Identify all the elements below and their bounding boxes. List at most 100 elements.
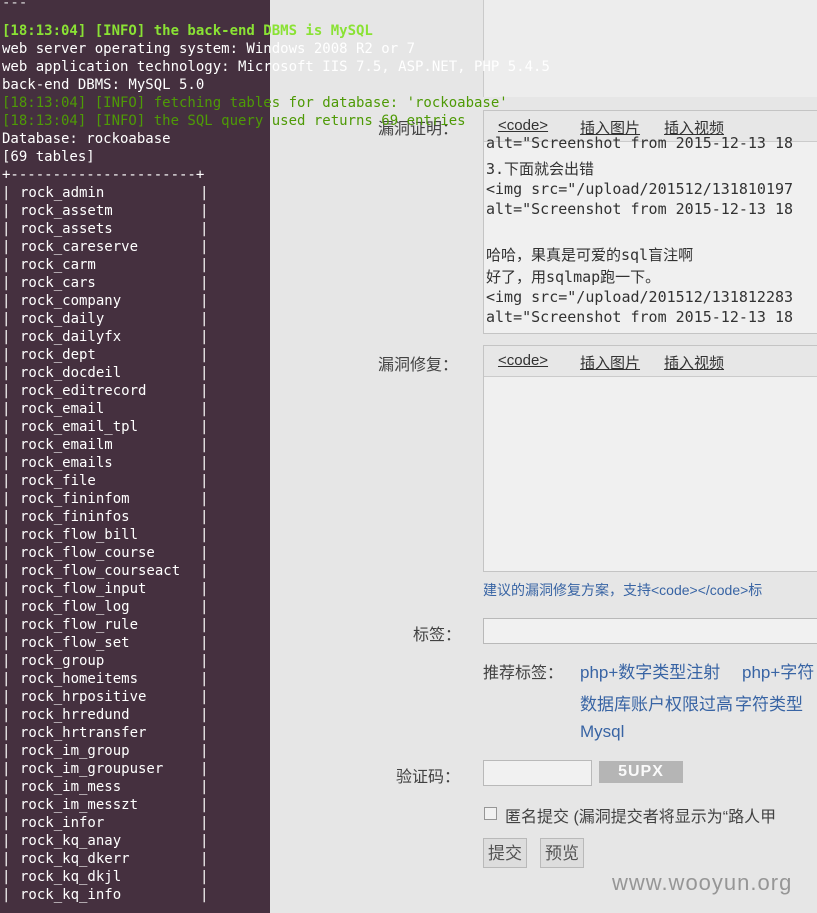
tag-link[interactable]: 数据库账户权限过高 (580, 690, 733, 715)
proof-line: 3.下面就会出错 (486, 160, 595, 178)
table-border: | (2, 257, 11, 273)
fix-insert-image-button[interactable]: 插入图片 (580, 352, 640, 373)
table-border: | (2, 203, 11, 219)
table-border: | (2, 689, 11, 705)
table-name: rock_careserve (20, 239, 139, 255)
table-name: rock_dept (20, 347, 96, 363)
table-border: | (200, 185, 209, 201)
table-border: | (2, 797, 11, 813)
table-border: | (2, 329, 11, 345)
fix-label: 漏洞修复： (378, 357, 459, 374)
table-border: | (200, 743, 209, 759)
table-border: | (200, 473, 209, 489)
table-border: | (2, 383, 11, 399)
table-border: | (2, 617, 11, 633)
table-border: | (200, 455, 209, 471)
table-name: rock_flow_log (20, 599, 130, 615)
table-border: | (2, 851, 11, 867)
table-border: | (2, 815, 11, 831)
fix-insert-code-button[interactable]: <code> (498, 352, 548, 369)
fix-editor[interactable]: <code> 插入图片 插入视频 (483, 345, 817, 572)
table-border: | (2, 653, 11, 669)
table-border: | (200, 419, 209, 435)
table-name: rock_kq_dkerr (20, 851, 130, 867)
table-border: | (2, 869, 11, 885)
terminal-line: web server operating system: Windows 200… (2, 41, 416, 57)
tags-input[interactable] (483, 618, 817, 644)
table-border: | (200, 725, 209, 741)
table-border: | (2, 725, 11, 741)
submit-button[interactable]: 提交 (483, 838, 527, 868)
table-name: rock_homeitems (20, 671, 139, 687)
table-name: rock_flow_courseact (20, 563, 181, 579)
table-border: | (200, 275, 209, 291)
terminal-line: Database: rockoabase (2, 131, 171, 147)
table-border: | (200, 707, 209, 723)
table-name: rock_kq_anay (20, 833, 122, 849)
table-name: rock_carm (20, 257, 96, 273)
table-border: | (2, 437, 11, 453)
table-border: | (200, 365, 209, 381)
table-border: | (2, 473, 11, 489)
tags-label: 标签： (413, 627, 462, 644)
proof-editor[interactable]: <code> 插入图片 插入视频 alt="Screenshot from 20… (483, 110, 817, 334)
proof-line: <img src="/upload/201512/131810197 (486, 180, 794, 198)
insert-code-button[interactable]: <code> (498, 117, 548, 134)
table-border: | (200, 347, 209, 363)
table-border: | (2, 581, 11, 597)
table-border: | (200, 761, 209, 777)
table-border: | (200, 599, 209, 615)
table-name: rock_fininfos (20, 509, 130, 525)
table-name: rock_flow_bill (20, 527, 139, 543)
fix-editor-toolbar: <code> 插入图片 插入视频 (484, 346, 817, 377)
fix-hint: 建议的漏洞修复方案，支持<code></code>标 (483, 582, 763, 598)
table-border: | (200, 527, 209, 543)
table-border: | (200, 635, 209, 651)
table-name: rock_kq_dkjl (20, 869, 122, 885)
table-name: rock_group (20, 653, 105, 669)
table-name: rock_flow_input (20, 581, 147, 597)
table-border: | (200, 887, 209, 903)
tag-link[interactable]: Mysql (580, 722, 624, 742)
table-name: rock_docdeil (20, 365, 122, 381)
terminal-line: [18:13:04] [INFO] the SQL query used ret… (2, 113, 466, 129)
table-border: | (200, 437, 209, 453)
table-name: rock_company (20, 293, 122, 309)
table-name: rock_im_groupuser (20, 761, 164, 777)
table-border: | (200, 491, 209, 507)
captcha-label: 验证码： (396, 769, 461, 786)
table-border: | (2, 185, 11, 201)
terminal-line: +----------------------+ (2, 167, 205, 183)
table-name: rock_hrredund (20, 707, 130, 723)
table-name: rock_email (20, 401, 105, 417)
table-border: | (2, 221, 11, 237)
table-name: rock_fininfom (20, 491, 130, 507)
table-border: | (2, 293, 11, 309)
terminal-window[interactable]: --- [18:13:04] [INFO] the back-end DBMS i… (0, 0, 550, 913)
table-name: rock_emails (20, 455, 113, 471)
watermark: www.wooyun.org (612, 870, 793, 895)
table-border: | (200, 833, 209, 849)
table-border: | (2, 887, 11, 903)
anonymous-checkbox[interactable] (484, 807, 497, 820)
table-border: | (200, 563, 209, 579)
table-border: | (200, 617, 209, 633)
tag-link[interactable]: 字符类型 (735, 690, 803, 715)
table-border: | (2, 509, 11, 525)
table-border: | (200, 581, 209, 597)
table-border: | (2, 671, 11, 687)
fix-insert-video-button[interactable]: 插入视频 (664, 352, 724, 373)
table-name: rock_cars (20, 275, 96, 291)
table-border: | (200, 689, 209, 705)
captcha-image[interactable]: 5UPX (599, 761, 683, 783)
tag-link[interactable]: php+字符 (742, 658, 814, 683)
table-border: | (200, 653, 209, 669)
table-border: | (200, 869, 209, 885)
table-border: | (2, 743, 11, 759)
tag-link[interactable]: php+数字类型注射 (580, 658, 720, 683)
table-name: rock_im_messzt (20, 797, 139, 813)
table-border: | (200, 329, 209, 345)
captcha-input[interactable] (483, 760, 592, 786)
table-name: rock_assetm (20, 203, 113, 219)
preview-button[interactable]: 预览 (540, 838, 584, 868)
